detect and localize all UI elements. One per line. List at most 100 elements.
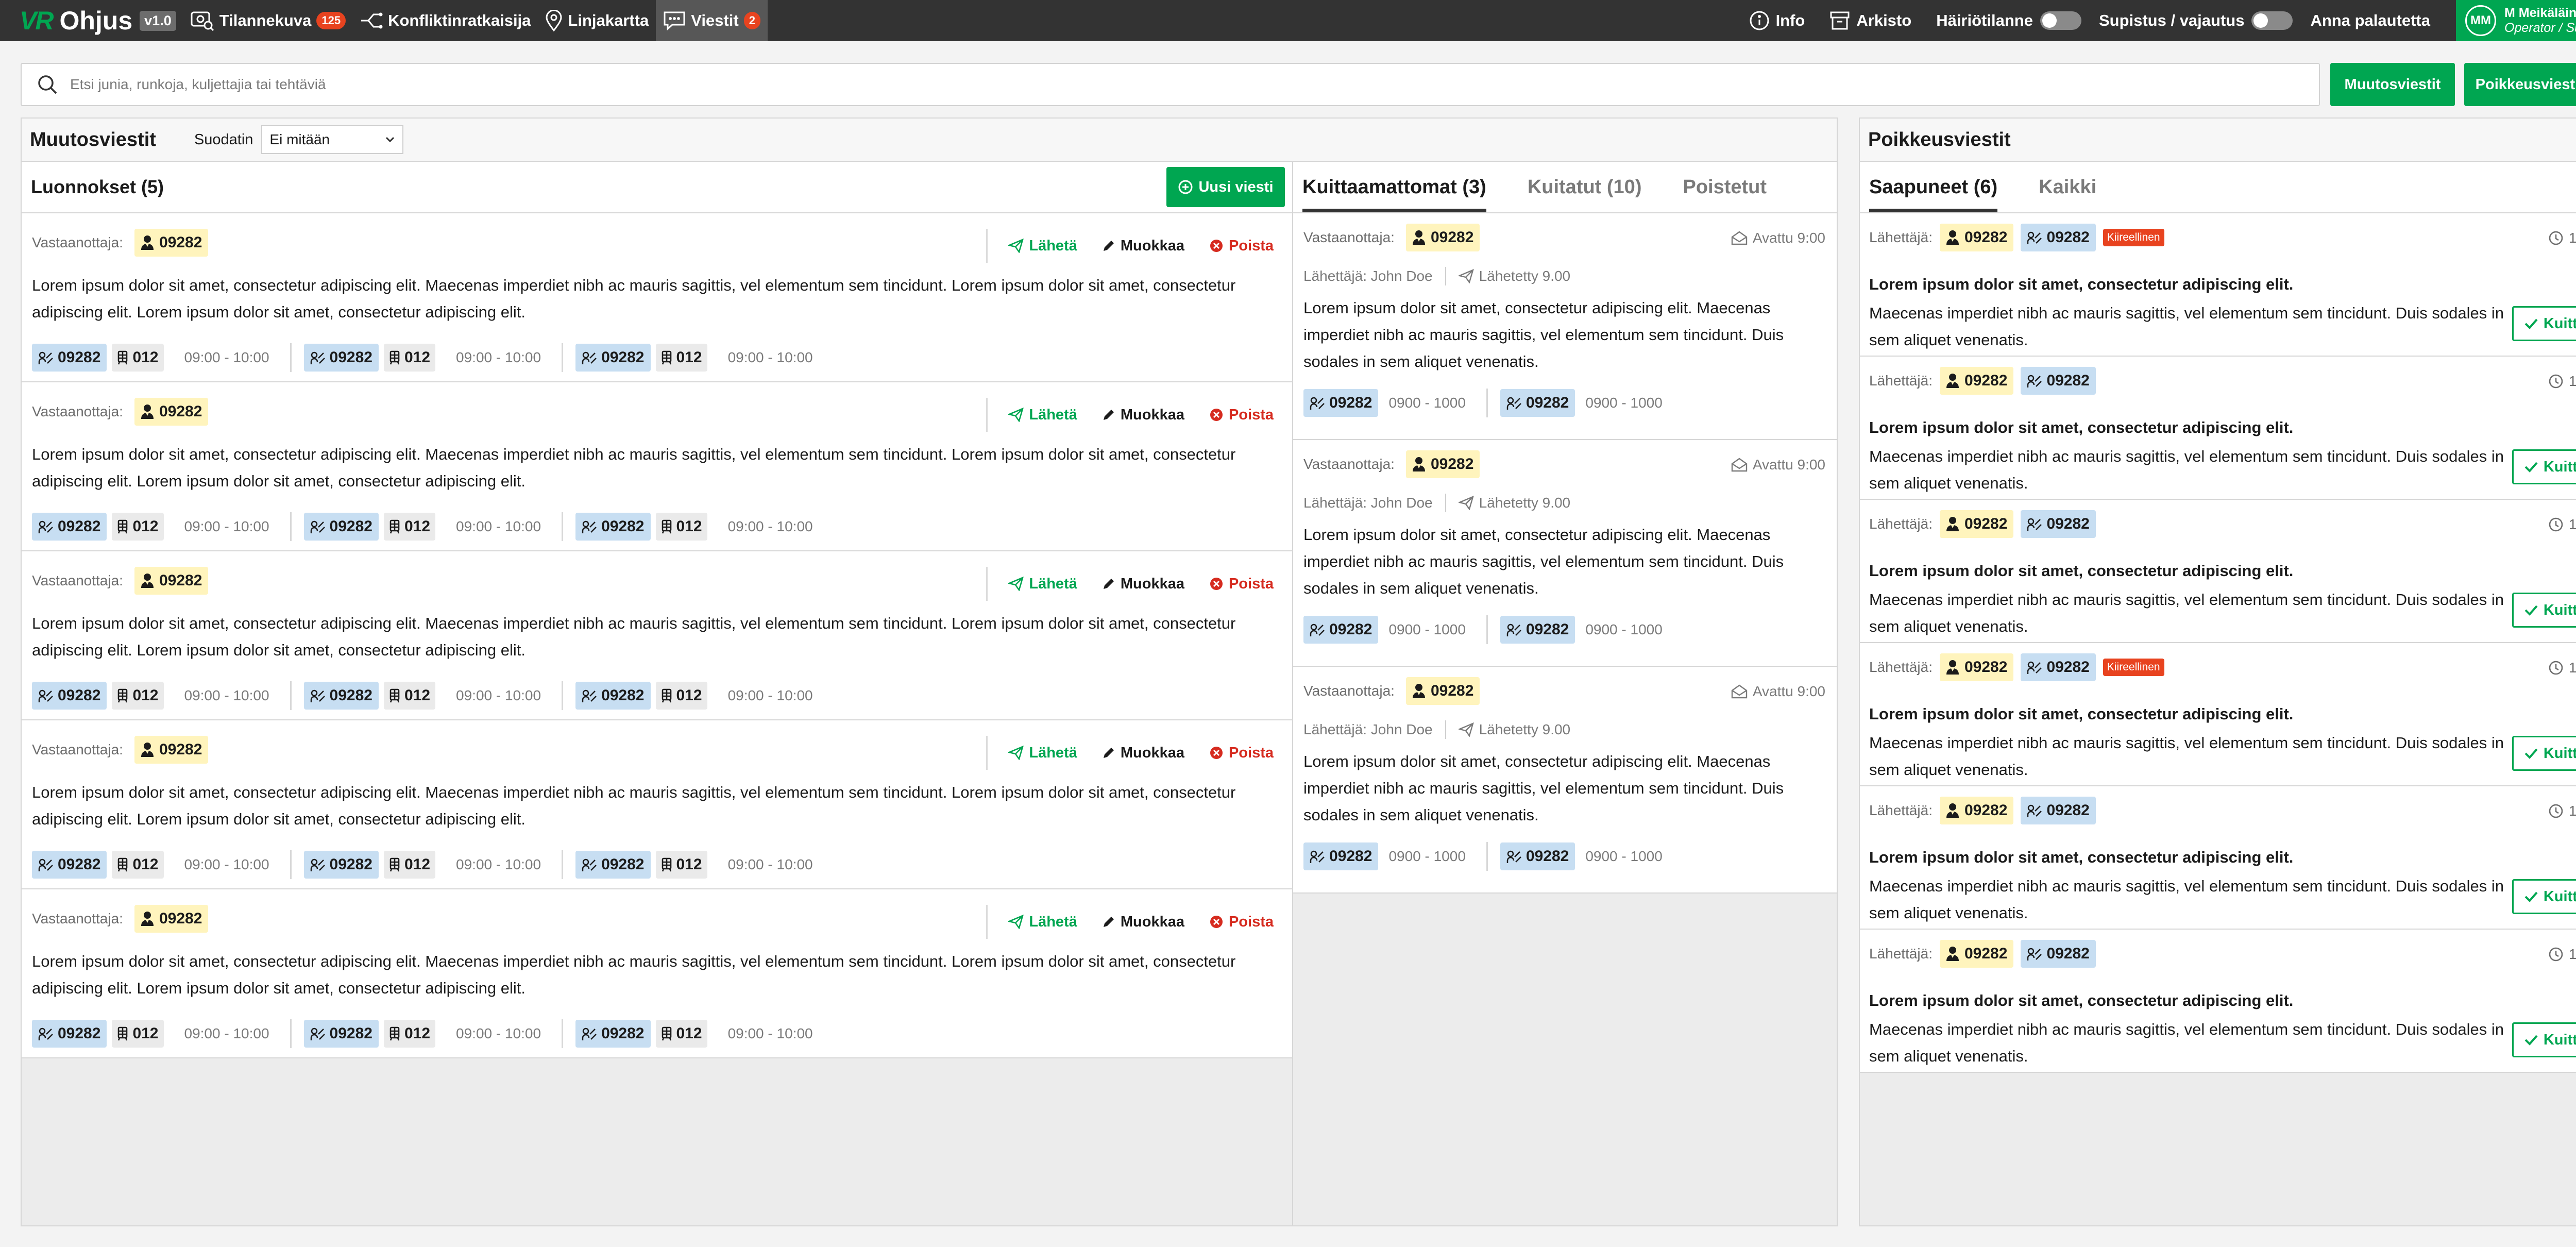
train-chip[interactable]: 09282 — [575, 513, 651, 541]
unit-chip[interactable]: 012 — [383, 513, 436, 541]
acknowledge-button[interactable]: Kuittaa — [2512, 306, 2576, 341]
person-chip[interactable]: 09282 — [1940, 367, 2014, 395]
edit-button[interactable]: Muokkaa — [1102, 745, 1184, 762]
train-chip[interactable]: 09282 — [303, 682, 379, 710]
unit-chip[interactable]: 012 — [383, 1020, 436, 1048]
unit-chip[interactable]: 012 — [112, 344, 164, 372]
train-chip[interactable]: 09282 — [303, 513, 379, 541]
tab-acknowledged[interactable]: Kuitatut (10) — [1528, 162, 1642, 212]
unit-chip[interactable]: 012 — [112, 1020, 164, 1048]
send-button[interactable]: Lähetä — [1008, 914, 1077, 931]
person-chip[interactable]: 09282 — [1940, 940, 2014, 968]
send-label: Lähetä — [1029, 744, 1077, 761]
train-chip[interactable]: 09282 — [303, 344, 379, 372]
unit-id: 012 — [132, 518, 159, 535]
brand[interactable]: VR Ohjus v1.0 — [0, 0, 176, 41]
unit-chip[interactable]: 012 — [112, 682, 164, 710]
info-link[interactable]: Info — [1749, 10, 1805, 31]
nav-item-viestit[interactable]: Viestit 2 — [656, 0, 768, 41]
train-chip[interactable]: 09282 — [575, 1020, 651, 1048]
train-chip[interactable]: 09282 — [2021, 940, 2096, 968]
person-chip[interactable]: 09282 — [1940, 797, 2014, 824]
train-chip[interactable]: 09282 — [1500, 842, 1575, 870]
train-chip[interactable]: 09282 — [32, 344, 107, 372]
nav-item-konfliktinratkaisija[interactable]: Konfliktinratkaisija — [353, 0, 538, 41]
delete-button[interactable]: Poista — [1209, 238, 1274, 255]
person-chip[interactable]: 09282 — [1940, 224, 2014, 251]
user-role: Operator / Supervisor — [2504, 21, 2576, 35]
unit-chip[interactable]: 012 — [112, 851, 164, 879]
train-chip[interactable]: 09282 — [1303, 842, 1379, 870]
send-button[interactable]: Lähetä — [1008, 407, 1077, 424]
acknowledge-button[interactable]: Kuittaa — [2512, 1022, 2576, 1057]
recipient-id: 09282 — [159, 234, 202, 251]
acknowledge-button[interactable]: Kuittaa — [2512, 879, 2576, 914]
tab-inbox[interactable]: Saapuneet (6) — [1869, 162, 1998, 212]
disruption-toggle[interactable]: Häiriötilanne — [1936, 11, 2081, 30]
edit-button[interactable]: Muokkaa — [1102, 238, 1184, 255]
feedback-link[interactable]: Anna palautetta — [2310, 11, 2430, 30]
train-chip[interactable]: 09282 — [303, 1020, 379, 1048]
nav-item-tilannekuva[interactable]: Tilannekuva 125 — [183, 0, 353, 41]
train-chip[interactable]: 09282 — [2021, 797, 2096, 824]
unit-chip[interactable]: 012 — [655, 344, 707, 372]
tab-all[interactable]: Kaikki — [2039, 162, 2096, 212]
send-button[interactable]: Lähetä — [1008, 238, 1077, 255]
delete-button[interactable]: Poista — [1209, 576, 1274, 593]
tab-unacknowledged[interactable]: Kuittaamattomat (3) — [1302, 162, 1486, 212]
delete-button[interactable]: Poista — [1209, 914, 1274, 931]
search-input[interactable] — [70, 76, 2285, 93]
shortening-toggle[interactable]: Supistus / vajautus — [2099, 11, 2293, 30]
unit-chip[interactable]: 012 — [655, 513, 707, 541]
unit-chip[interactable]: 012 — [655, 682, 707, 710]
unit-chip[interactable]: 012 — [112, 513, 164, 541]
nav-item-linjakartta[interactable]: Linjakartta — [538, 0, 656, 41]
time-range: 09:00 - 10:00 — [727, 856, 813, 872]
train-chip[interactable]: 09282 — [1303, 616, 1379, 644]
toggle-switch[interactable] — [2251, 11, 2293, 30]
train-chip[interactable]: 09282 — [32, 851, 107, 879]
train-chip[interactable]: 09282 — [575, 851, 651, 879]
acknowledge-button[interactable]: Kuittaa — [2512, 449, 2576, 484]
acknowledge-button[interactable]: Kuittaa — [2512, 736, 2576, 771]
train-chip[interactable]: 09282 — [32, 1020, 107, 1048]
unit-chip[interactable]: 012 — [655, 851, 707, 879]
unit-chip[interactable]: 012 — [383, 344, 436, 372]
train-chip[interactable]: 09282 — [1500, 389, 1575, 417]
train-chip[interactable]: 09282 — [575, 682, 651, 710]
new-message-button[interactable]: Uusi viesti — [1166, 167, 1285, 207]
person-chip[interactable]: 09282 — [1940, 653, 2014, 681]
filter-select[interactable]: Ei mitään — [261, 125, 404, 154]
acknowledge-button[interactable]: Kuittaa — [2512, 593, 2576, 628]
tab-deleted[interactable]: Poistetut — [1683, 162, 1767, 212]
user-menu[interactable]: MM M Meikäläinen Operator / Supervisor — [2456, 0, 2576, 41]
train-chip[interactable]: 09282 — [1303, 389, 1379, 417]
send-button[interactable]: Lähetä — [1008, 576, 1077, 593]
train-chip[interactable]: 09282 — [2021, 510, 2096, 538]
edit-button[interactable]: Muokkaa — [1102, 407, 1184, 424]
train-chip[interactable]: 09282 — [32, 682, 107, 710]
train-chip[interactable]: 09282 — [2021, 653, 2096, 681]
edit-button[interactable]: Muokkaa — [1102, 576, 1184, 593]
edit-button[interactable]: Muokkaa — [1102, 914, 1184, 931]
train-chip[interactable]: 09282 — [32, 513, 107, 541]
train-chip[interactable]: 09282 — [303, 851, 379, 879]
toggle-switch[interactable] — [2040, 11, 2081, 30]
exceptions-button[interactable]: Poikkeusviestit (6) — [2464, 63, 2576, 106]
send-button[interactable]: Lähetä — [1008, 745, 1077, 762]
archive-link[interactable]: Arkisto — [1829, 10, 1911, 31]
train-chip[interactable]: 09282 — [2021, 367, 2096, 395]
changes-button[interactable]: Muutosviestit — [2330, 63, 2455, 106]
draft-card: Vastaanottaja: 09282 Lähetä Muokkaa Poista Lo… — [22, 382, 1292, 551]
unit-chip[interactable]: 012 — [383, 682, 436, 710]
train-chip[interactable]: 09282 — [575, 344, 651, 372]
person-chip[interactable]: 09282 — [1940, 510, 2014, 538]
train-chip[interactable]: 09282 — [1500, 616, 1575, 644]
train-chip[interactable]: 09282 — [2021, 224, 2096, 251]
unit-chip[interactable]: 012 — [655, 1020, 707, 1048]
unit-chip[interactable]: 012 — [383, 851, 436, 879]
delete-button[interactable]: Poista — [1209, 745, 1274, 762]
train-driver-icon — [2027, 946, 2042, 962]
delete-button[interactable]: Poista — [1209, 407, 1274, 424]
time-value: 12:34 — [2568, 946, 2576, 962]
